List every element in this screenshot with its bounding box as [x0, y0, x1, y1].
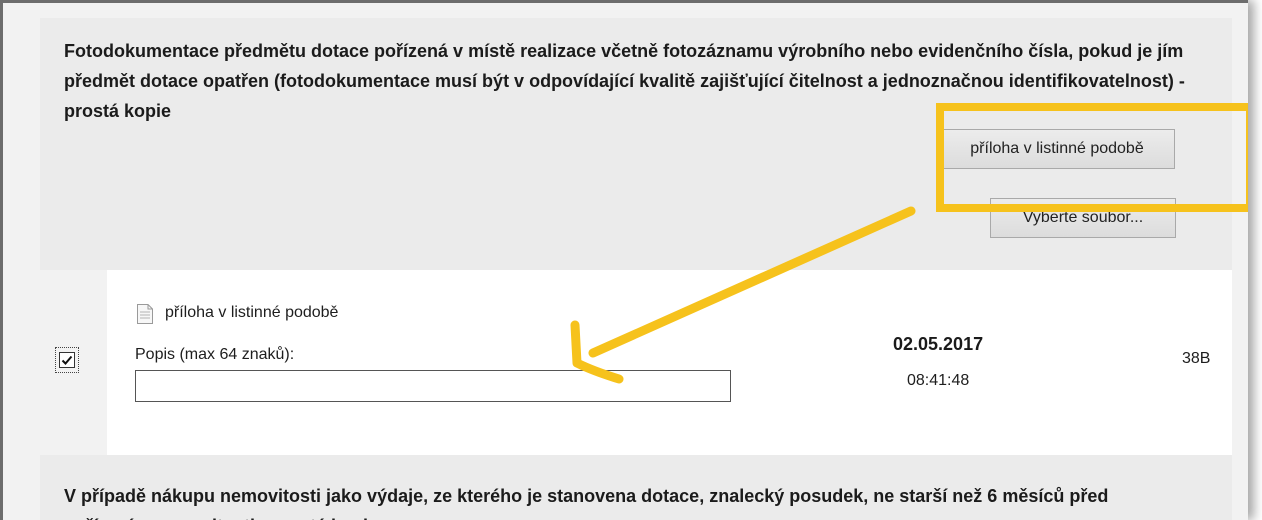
- attachment-checkbox[interactable]: [55, 347, 79, 373]
- document-icon: [137, 304, 153, 324]
- attachment-row: příloha v listinné podobě Popis (max 64 …: [107, 270, 1232, 455]
- section-title: V případě nákupu nemovitosti jako výdaje…: [64, 486, 1109, 520]
- select-file-button[interactable]: Vyberte soubor...: [990, 198, 1176, 238]
- section-title: Fotodokumentace předmětu dotace pořízená…: [64, 41, 1185, 121]
- attachment-section-expert-report: V případě nákupu nemovitosti jako výdaje…: [40, 455, 1232, 520]
- paper-attachment-button[interactable]: příloha v listinné podobě: [939, 129, 1175, 169]
- attachment-time: 08:41:48: [907, 372, 970, 389]
- description-input[interactable]: [135, 370, 731, 402]
- description-label: Popis (max 64 znaků):: [135, 346, 295, 363]
- attachment-size: 38B: [1182, 350, 1211, 367]
- attachment-date: 02.05.2017: [893, 334, 984, 354]
- checkmark-icon: [61, 355, 73, 365]
- attachment-name: příloha v listinné podobě: [165, 304, 339, 321]
- attachment-section-photodocumentation: Fotodokumentace předmětu dotace pořízená…: [40, 18, 1248, 270]
- checkbox-box: [59, 352, 75, 368]
- application-window: Fotodokumentace předmětu dotace pořízená…: [0, 0, 1248, 520]
